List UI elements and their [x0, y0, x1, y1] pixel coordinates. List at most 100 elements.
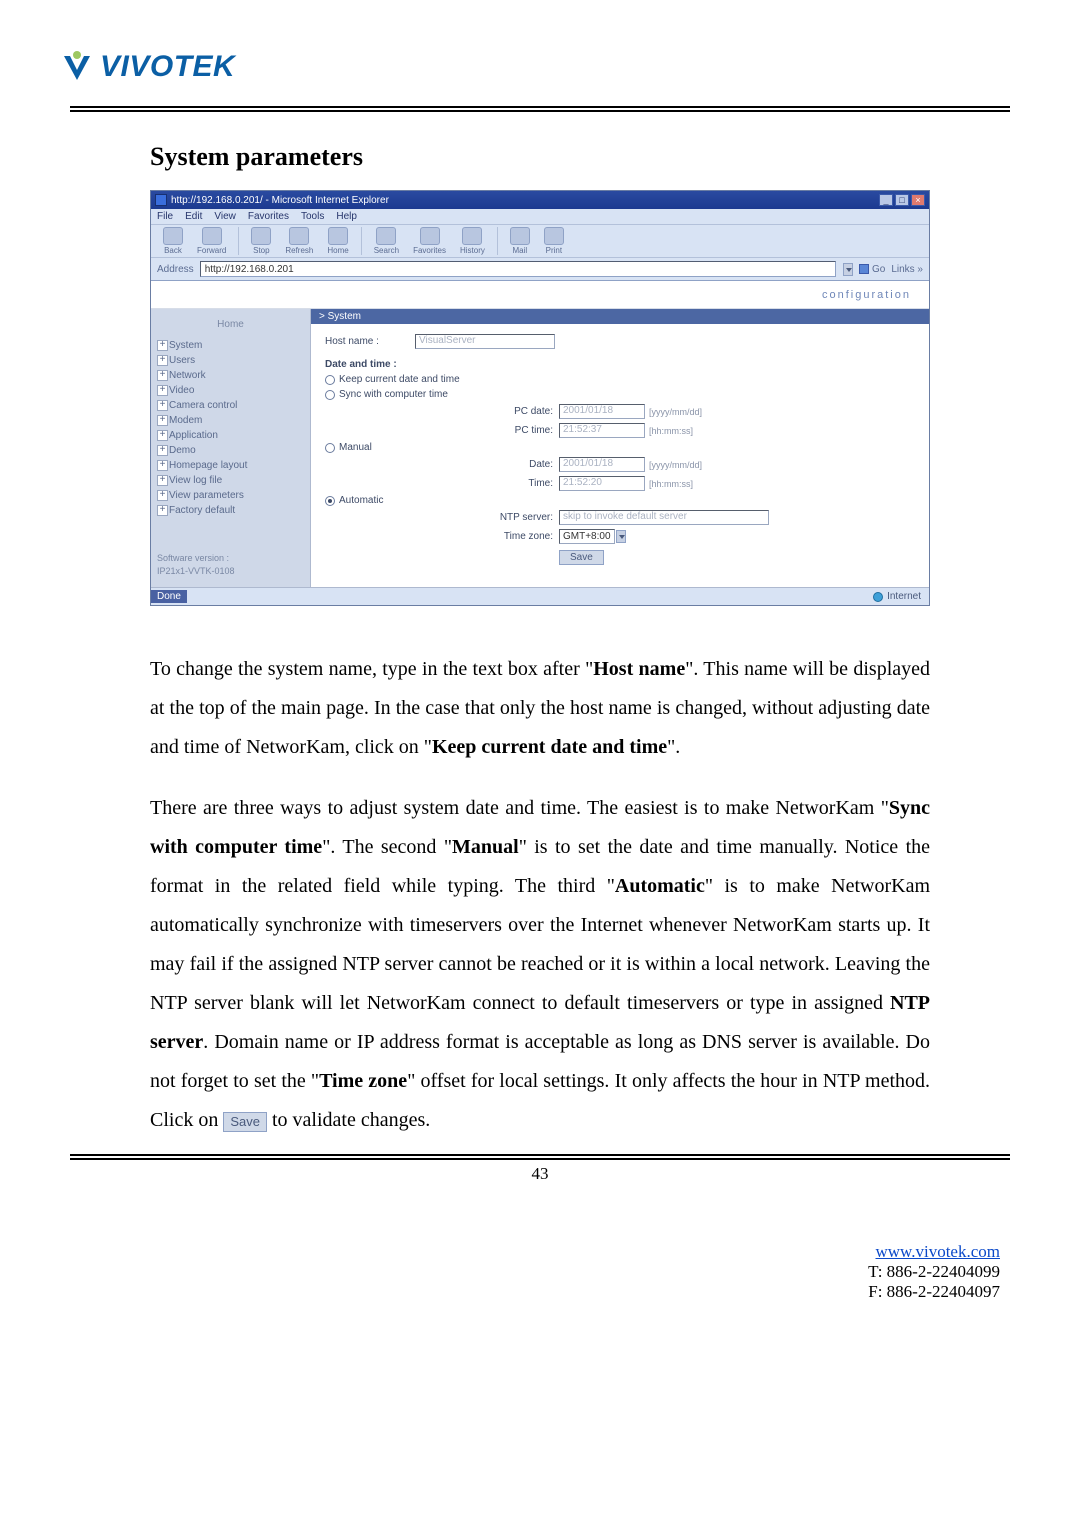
sidebar-item-factory[interactable]: Factory default [157, 503, 304, 518]
menu-tools[interactable]: Tools [301, 211, 324, 222]
close-button[interactable]: × [911, 194, 925, 206]
tz-select[interactable]: GMT+8:00 [559, 529, 615, 544]
home-icon [328, 227, 348, 245]
address-label: Address [157, 264, 194, 275]
sidebar-home[interactable]: Home [157, 319, 304, 330]
mail-button[interactable]: Mail [504, 227, 536, 255]
go-icon [859, 264, 869, 274]
sidebar-item-demo[interactable]: Demo [157, 443, 304, 458]
home-button[interactable]: Home [321, 227, 354, 255]
sidebar-item-modem[interactable]: Modem [157, 413, 304, 428]
logo-text: VIVOTEK [100, 50, 235, 84]
content-area: configuration Home System Users Network … [151, 281, 929, 587]
sidebar-item-video[interactable]: Video [157, 383, 304, 398]
ntp-label: NTP server: [429, 512, 559, 523]
host-name-input[interactable]: VisualServer [415, 334, 555, 349]
search-button[interactable]: Search [368, 227, 405, 255]
history-button[interactable]: History [454, 227, 491, 255]
internet-zone-icon [873, 592, 883, 602]
links-button[interactable]: Links » [891, 264, 923, 275]
address-input[interactable]: http://192.168.0.201 [200, 261, 836, 277]
radio-automatic[interactable] [325, 496, 335, 506]
sidebar-item-system[interactable]: System [157, 338, 304, 353]
mail-icon [510, 227, 530, 245]
manual-time-input[interactable]: 21:52:20 [559, 476, 645, 491]
maximize-button[interactable]: □ [895, 194, 909, 206]
search-icon [376, 227, 396, 245]
sidebar-item-network[interactable]: Network [157, 368, 304, 383]
manual-time-hint: [hh:mm:ss] [649, 479, 693, 489]
manual-date-hint: [yyyy/mm/dd] [649, 460, 702, 470]
section-header: > System [311, 309, 929, 324]
opt-manual-label: Manual [339, 442, 372, 453]
radio-sync[interactable] [325, 390, 335, 400]
refresh-button[interactable]: Refresh [279, 227, 319, 255]
footer-link[interactable]: www.vivotek.com [876, 1242, 1001, 1261]
forward-button[interactable]: Forward [191, 227, 232, 255]
forward-icon [202, 227, 222, 245]
body-text: To change the system name, type in the t… [150, 650, 930, 1140]
logo-mark-icon [60, 50, 94, 84]
radio-keep[interactable] [325, 375, 335, 385]
status-left: Done [151, 590, 187, 603]
logo: VIVOTEK [60, 50, 1010, 84]
manual-date-input[interactable]: 2001/01/18 [559, 457, 645, 472]
toolbar: Back Forward Stop Refresh Home Search Fa… [151, 224, 929, 258]
radio-manual[interactable] [325, 443, 335, 453]
pc-time-label: PC time: [429, 425, 559, 436]
sidebar-item-viewlog[interactable]: View log file [157, 473, 304, 488]
sidebar: Home System Users Network Video Camera c… [151, 309, 311, 587]
page-title: System parameters [150, 142, 930, 172]
save-inline-button[interactable]: Save [223, 1112, 267, 1132]
menu-help[interactable]: Help [336, 211, 357, 222]
screenshot-window: http://192.168.0.201/ - Microsoft Intern… [150, 190, 930, 606]
menu-view[interactable]: View [214, 211, 236, 222]
sidebar-item-homepage[interactable]: Homepage layout [157, 458, 304, 473]
footer-divider [70, 1154, 1010, 1160]
refresh-icon [289, 227, 309, 245]
pc-time-hint: [hh:mm:ss] [649, 426, 693, 436]
tz-label: Time zone: [429, 531, 559, 542]
print-icon [544, 227, 564, 245]
opt-sync-label: Sync with computer time [339, 389, 448, 400]
save-button[interactable]: Save [559, 550, 604, 565]
sidebar-item-viewparams[interactable]: View parameters [157, 488, 304, 503]
pc-date-label: PC date: [429, 406, 559, 417]
stop-button[interactable]: Stop [245, 227, 277, 255]
minimize-button[interactable]: _ [879, 194, 893, 206]
page-number: 43 [70, 1164, 1010, 1184]
pc-date-input[interactable]: 2001/01/18 [559, 404, 645, 419]
menu-edit[interactable]: Edit [185, 211, 202, 222]
address-bar: Address http://192.168.0.201 Go Links » [151, 258, 929, 281]
software-version: Software version : IP21x1-VVTK-0108 [157, 552, 304, 577]
pc-time-input[interactable]: 21:52:37 [559, 423, 645, 438]
sidebar-item-users[interactable]: Users [157, 353, 304, 368]
main-panel: > System Host name : VisualServer Date a… [311, 309, 929, 587]
paragraph-1: To change the system name, type in the t… [150, 650, 930, 767]
manual-date-label: Date: [429, 459, 559, 470]
address-dropdown-icon[interactable] [843, 263, 853, 276]
opt-keep-label: Keep current date and time [339, 374, 460, 385]
page-footer: www.vivotek.com T: 886-2-22404099 F: 886… [0, 1242, 1080, 1302]
manual-time-label: Time: [429, 478, 559, 489]
go-button[interactable]: Go [859, 264, 885, 275]
tz-dropdown-icon[interactable] [616, 530, 626, 543]
menu-favorites[interactable]: Favorites [248, 211, 289, 222]
menu-bar: File Edit View Favorites Tools Help [151, 209, 929, 224]
ie-icon [155, 194, 167, 206]
status-right: Internet [865, 591, 929, 602]
menu-file[interactable]: File [157, 211, 173, 222]
back-icon [163, 227, 183, 245]
footer-tel: T: 886-2-22404099 [868, 1262, 1000, 1281]
print-button[interactable]: Print [538, 227, 570, 255]
top-strip: configuration [151, 281, 929, 309]
back-button[interactable]: Back [157, 227, 189, 255]
host-name-label: Host name : [325, 336, 415, 347]
favorites-button[interactable]: Favorites [407, 227, 452, 255]
sidebar-item-application[interactable]: Application [157, 428, 304, 443]
history-icon [462, 227, 482, 245]
sidebar-item-camera[interactable]: Camera control [157, 398, 304, 413]
favorites-icon [420, 227, 440, 245]
paragraph-2: There are three ways to adjust system da… [150, 789, 930, 1140]
ntp-input[interactable]: skip to invoke default server [559, 510, 769, 525]
